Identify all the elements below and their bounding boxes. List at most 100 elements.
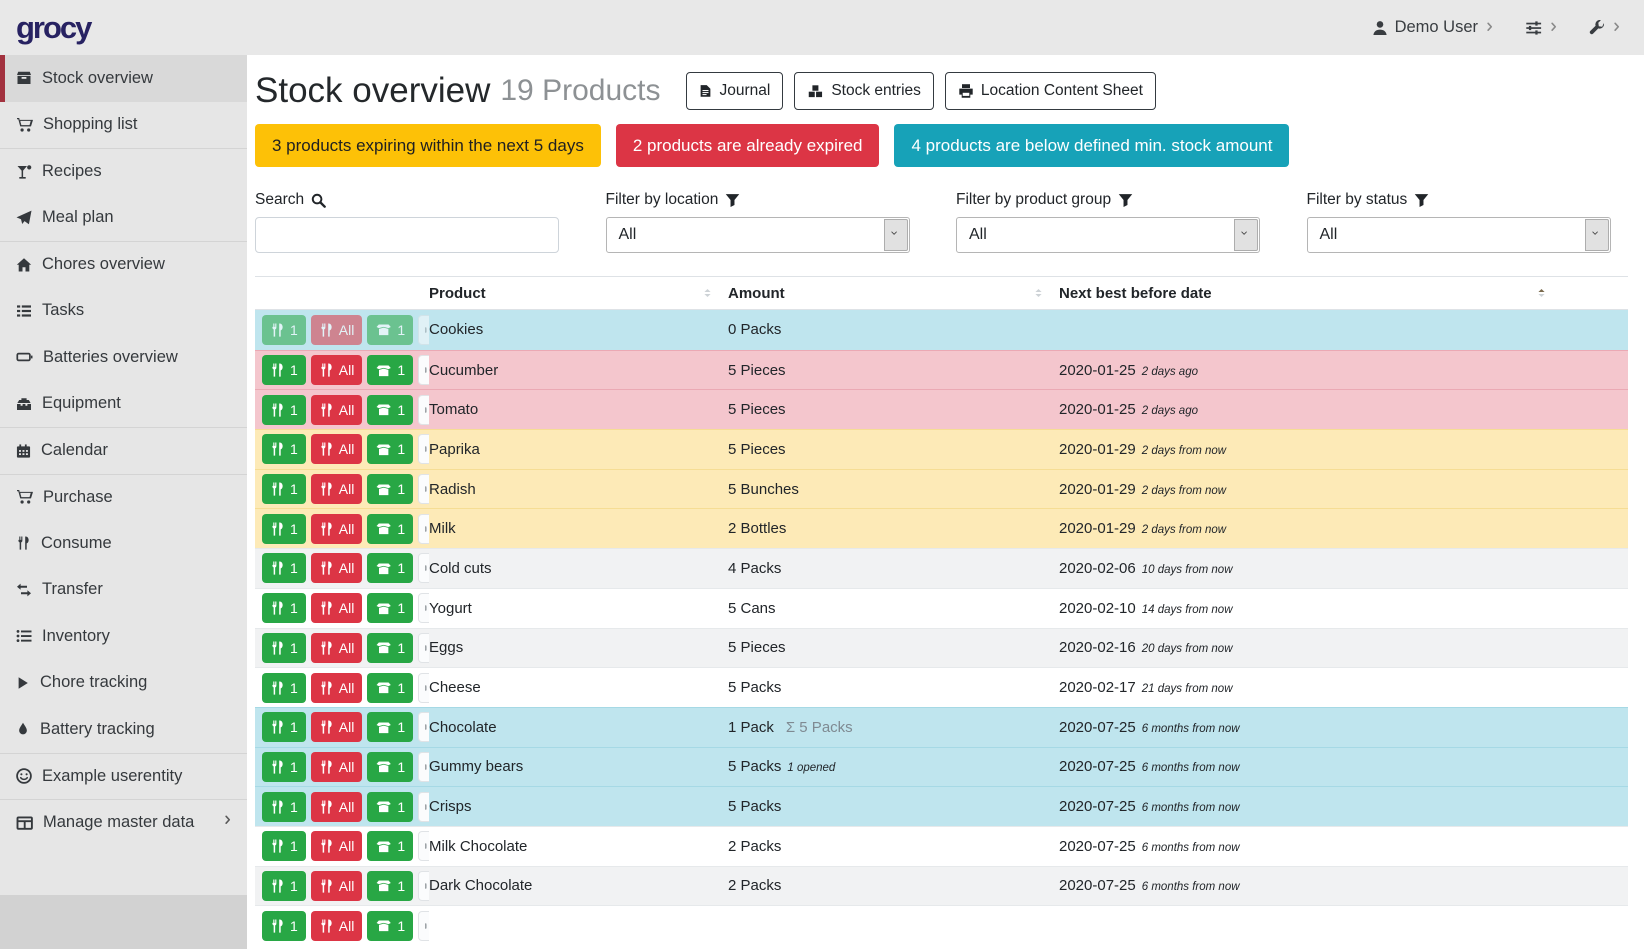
- open-one-button[interactable]: 1: [367, 355, 413, 385]
- sidebar-item-recipes[interactable]: Recipes: [0, 148, 247, 195]
- row-menu-button[interactable]: [418, 871, 429, 901]
- consume-all-button[interactable]: All: [311, 395, 363, 425]
- sidebar-collapse-button[interactable]: [0, 895, 247, 949]
- danger-banner[interactable]: 2 products are already expired: [616, 124, 880, 167]
- row-menu-button[interactable]: [418, 434, 429, 464]
- open-one-button[interactable]: 1: [367, 474, 413, 504]
- info-banner[interactable]: 4 products are below defined min. stock …: [894, 124, 1289, 167]
- open-one-button[interactable]: 1: [367, 673, 413, 703]
- row-menu-button[interactable]: [418, 553, 429, 583]
- consume-one-button[interactable]: 1: [262, 553, 306, 583]
- open-one-button[interactable]: 1: [367, 315, 413, 345]
- app-logo[interactable]: grocy: [16, 10, 90, 46]
- consume-one-button[interactable]: 1: [262, 315, 306, 345]
- sidebar-item-tasks[interactable]: Tasks: [0, 288, 247, 335]
- row-menu-button[interactable]: [418, 514, 429, 544]
- open-one-button[interactable]: 1: [367, 792, 413, 822]
- sidebar-item-manage-master-data[interactable]: Manage master data: [0, 799, 247, 846]
- consume-one-button[interactable]: 1: [262, 831, 306, 861]
- row-menu-button[interactable]: [418, 633, 429, 663]
- open-one-button[interactable]: 1: [367, 395, 413, 425]
- consume-one-button[interactable]: 1: [262, 633, 306, 663]
- sidebar-item-purchase[interactable]: Purchase: [0, 474, 247, 521]
- consume-all-button[interactable]: All: [311, 514, 363, 544]
- consume-all-button[interactable]: All: [311, 553, 363, 583]
- user-menu-button[interactable]: Demo User: [1372, 18, 1495, 37]
- sidebar-item-meal-plan[interactable]: Meal plan: [0, 195, 247, 242]
- toolbar-location-content-sheet-button[interactable]: Location Content Sheet: [945, 72, 1156, 110]
- sort-icon[interactable]: [1537, 286, 1546, 300]
- open-one-button[interactable]: 1: [367, 553, 413, 583]
- row-menu-button[interactable]: [418, 752, 429, 782]
- consume-one-button[interactable]: 1: [262, 395, 306, 425]
- toolbar-journal-button[interactable]: Journal: [686, 72, 783, 110]
- settings-menu-button[interactable]: [1589, 20, 1622, 36]
- consume-all-button[interactable]: All: [311, 673, 363, 703]
- sidebar-item-stock-overview[interactable]: Stock overview: [0, 55, 247, 102]
- open-one-button[interactable]: 1: [367, 911, 413, 941]
- column-header-actions[interactable]: [1537, 286, 1628, 300]
- sidebar-item-consume[interactable]: Consume: [0, 520, 247, 567]
- row-menu-button[interactable]: [418, 712, 429, 742]
- consume-all-button[interactable]: All: [311, 792, 363, 822]
- sidebar-item-calendar[interactable]: Calendar: [0, 427, 247, 474]
- consume-all-button[interactable]: All: [311, 434, 363, 464]
- sidebar-item-battery-tracking[interactable]: Battery tracking: [0, 706, 247, 753]
- consume-one-button[interactable]: 1: [262, 434, 306, 464]
- sidebar-item-equipment[interactable]: Equipment: [0, 381, 247, 428]
- search-input[interactable]: [255, 217, 559, 253]
- row-menu-button[interactable]: [418, 673, 429, 703]
- filter-select-filter-by-location[interactable]: All: [606, 217, 910, 253]
- consume-all-button[interactable]: All: [311, 911, 363, 941]
- sidebar-item-shopping-list[interactable]: Shopping list: [0, 102, 247, 149]
- warning-banner[interactable]: 3 products expiring within the next 5 da…: [255, 124, 601, 167]
- consume-all-button[interactable]: All: [311, 752, 363, 782]
- consume-all-button[interactable]: All: [311, 633, 363, 663]
- row-menu-button[interactable]: [418, 911, 429, 941]
- consume-one-button[interactable]: 1: [262, 673, 306, 703]
- consume-one-button[interactable]: 1: [262, 514, 306, 544]
- sidebar-item-chore-tracking[interactable]: Chore tracking: [0, 660, 247, 707]
- open-one-button[interactable]: 1: [367, 831, 413, 861]
- open-one-button[interactable]: 1: [367, 712, 413, 742]
- open-one-button[interactable]: 1: [367, 514, 413, 544]
- sidebar-item-batteries-overview[interactable]: Batteries overview: [0, 334, 247, 381]
- row-menu-button[interactable]: [418, 395, 429, 425]
- consume-one-button[interactable]: 1: [262, 871, 306, 901]
- row-menu-button[interactable]: [418, 792, 429, 822]
- consume-one-button[interactable]: 1: [262, 355, 306, 385]
- options-menu-button[interactable]: [1525, 20, 1559, 36]
- sidebar-item-example-userentity[interactable]: Example userentity: [0, 753, 247, 800]
- consume-one-button[interactable]: 1: [262, 752, 306, 782]
- filter-select-filter-by-product-group[interactable]: All: [956, 217, 1260, 253]
- consume-one-button[interactable]: 1: [262, 474, 306, 504]
- row-menu-button[interactable]: [418, 315, 429, 345]
- open-one-button[interactable]: 1: [367, 871, 413, 901]
- consume-all-button[interactable]: All: [311, 474, 363, 504]
- row-menu-button[interactable]: [418, 355, 429, 385]
- open-one-button[interactable]: 1: [367, 434, 413, 464]
- column-header-next-best-before-date[interactable]: Next best before date: [1059, 285, 1537, 302]
- row-menu-button[interactable]: [418, 474, 429, 504]
- consume-all-button[interactable]: All: [311, 355, 363, 385]
- consume-all-button[interactable]: All: [311, 712, 363, 742]
- row-menu-button[interactable]: [418, 593, 429, 623]
- column-header-product[interactable]: Product: [429, 285, 728, 302]
- consume-all-button[interactable]: All: [311, 315, 363, 345]
- consume-one-button[interactable]: 1: [262, 792, 306, 822]
- consume-all-button[interactable]: All: [311, 593, 363, 623]
- sort-icon[interactable]: [703, 286, 712, 300]
- open-one-button[interactable]: 1: [367, 633, 413, 663]
- column-header-amount[interactable]: Amount: [728, 285, 1059, 302]
- consume-all-button[interactable]: All: [311, 871, 363, 901]
- open-one-button[interactable]: 1: [367, 752, 413, 782]
- filter-select-filter-by-status[interactable]: All: [1307, 217, 1611, 253]
- sidebar-item-transfer[interactable]: Transfer: [0, 567, 247, 614]
- consume-one-button[interactable]: 1: [262, 712, 306, 742]
- consume-one-button[interactable]: 1: [262, 593, 306, 623]
- toolbar-stock-entries-button[interactable]: Stock entries: [794, 72, 934, 110]
- sort-icon[interactable]: [1034, 286, 1043, 300]
- sidebar-item-chores-overview[interactable]: Chores overview: [0, 241, 247, 288]
- consume-all-button[interactable]: All: [311, 831, 363, 861]
- open-one-button[interactable]: 1: [367, 593, 413, 623]
